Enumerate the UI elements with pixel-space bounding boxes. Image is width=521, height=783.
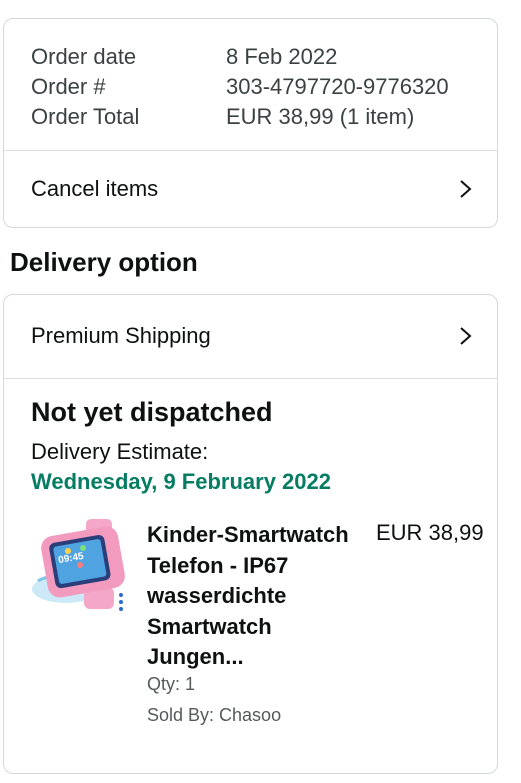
cancel-items-button[interactable]: Cancel items — [4, 150, 497, 228]
order-total-row: Order Total EUR 38,99 (1 item) — [31, 102, 497, 132]
order-number-label: Order # — [31, 74, 106, 99]
order-date-value: 8 Feb 2022 — [226, 44, 338, 69]
divider — [4, 378, 497, 379]
shipment-status: Not yet dispatched — [31, 397, 273, 427]
order-summary: Order date 8 Feb 2022 Order # 303-479772… — [4, 19, 497, 132]
pink-kids-smartwatch-image: 09:45 — [32, 519, 125, 611]
product-title-link[interactable]: Kinder-Smartwatch Telefon - IP67 wasserd… — [147, 520, 367, 673]
product-image[interactable]: 09:45 — [28, 517, 128, 613]
chevron-right-icon — [455, 326, 475, 346]
delivery-estimate-date: Wednesday, 9 February 2022 — [31, 469, 331, 494]
order-summary-card: Order date 8 Feb 2022 Order # 303-479772… — [3, 18, 498, 228]
order-total-amount: EUR 38,99 — [226, 104, 334, 129]
order-date-row: Order date 8 Feb 2022 — [31, 42, 497, 72]
order-number-row: Order # 303-4797720-9776320 — [31, 72, 497, 102]
order-total-item-count: (1 item) — [339, 104, 415, 129]
delivery-option-heading: Delivery option — [10, 247, 198, 277]
delivery-card: Premium Shipping Not yet dispatched Deli… — [3, 294, 498, 774]
chevron-right-icon — [455, 179, 475, 199]
order-date-label: Order date — [31, 44, 137, 69]
product-seller: Sold By: Chasoo — [147, 705, 282, 725]
product-quantity: Qty: 1 — [147, 674, 196, 694]
cancel-items-label: Cancel items — [31, 176, 159, 201]
order-number-value: 303-4797720-9776320 — [226, 74, 449, 99]
product-price: EUR 38,99 — [376, 520, 484, 545]
delivery-estimate-label: Delivery Estimate: — [31, 439, 209, 464]
order-total-value: EUR 38,99 (1 item) — [226, 102, 414, 132]
order-total-label: Order Total — [31, 104, 140, 129]
premium-shipping-button[interactable]: Premium Shipping — [4, 295, 497, 377]
shipping-option-label: Premium Shipping — [31, 323, 211, 348]
